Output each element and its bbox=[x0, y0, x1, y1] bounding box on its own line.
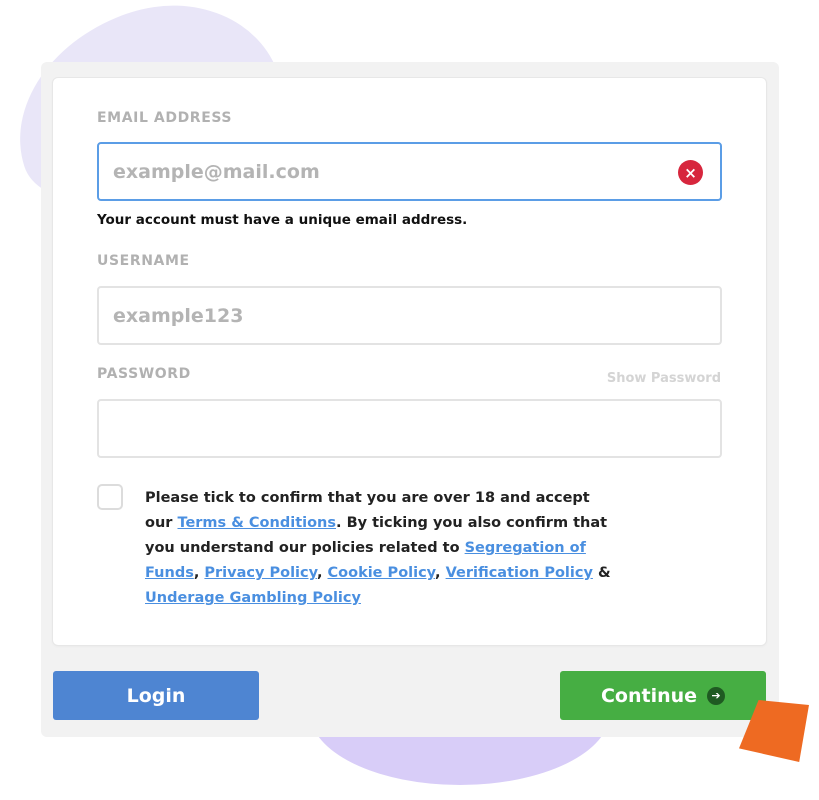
password-label: PASSWORD bbox=[97, 366, 191, 382]
login-button[interactable]: Login bbox=[53, 671, 259, 720]
continue-button-label: Continue bbox=[600, 684, 698, 707]
verification-policy-link[interactable]: Verification Policy bbox=[446, 565, 593, 581]
email-label: EMAIL ADDRESS bbox=[97, 110, 233, 126]
email-helper-text: Your account must have a unique email ad… bbox=[97, 212, 468, 228]
show-password-toggle[interactable]: Show Password bbox=[607, 371, 721, 386]
cookie-policy-link[interactable]: Cookie Policy bbox=[328, 565, 436, 581]
age-terms-checkbox[interactable] bbox=[97, 484, 123, 510]
arrow-right-icon: ➔ bbox=[707, 686, 726, 705]
clear-email-button[interactable]: × bbox=[678, 160, 703, 185]
close-icon: × bbox=[684, 163, 697, 182]
underage-gambling-policy-link[interactable]: Underage Gambling Policy bbox=[145, 590, 361, 606]
terms-text-part: , bbox=[435, 565, 446, 581]
password-field[interactable] bbox=[97, 399, 722, 458]
continue-button[interactable]: Continue ➔ bbox=[560, 671, 766, 720]
terms-conditions-link[interactable]: Terms & Conditions bbox=[177, 515, 336, 531]
terms-text-part: , bbox=[316, 565, 328, 581]
email-field[interactable] bbox=[97, 142, 722, 201]
terms-text-part: & bbox=[592, 565, 611, 581]
login-button-label: Login bbox=[126, 684, 186, 707]
terms-text-part: , bbox=[193, 565, 205, 581]
terms-text: Please tick to confirm that you are over… bbox=[145, 486, 615, 611]
username-field[interactable] bbox=[97, 286, 722, 345]
privacy-policy-link[interactable]: Privacy Policy bbox=[204, 565, 317, 581]
username-label: USERNAME bbox=[97, 253, 190, 269]
